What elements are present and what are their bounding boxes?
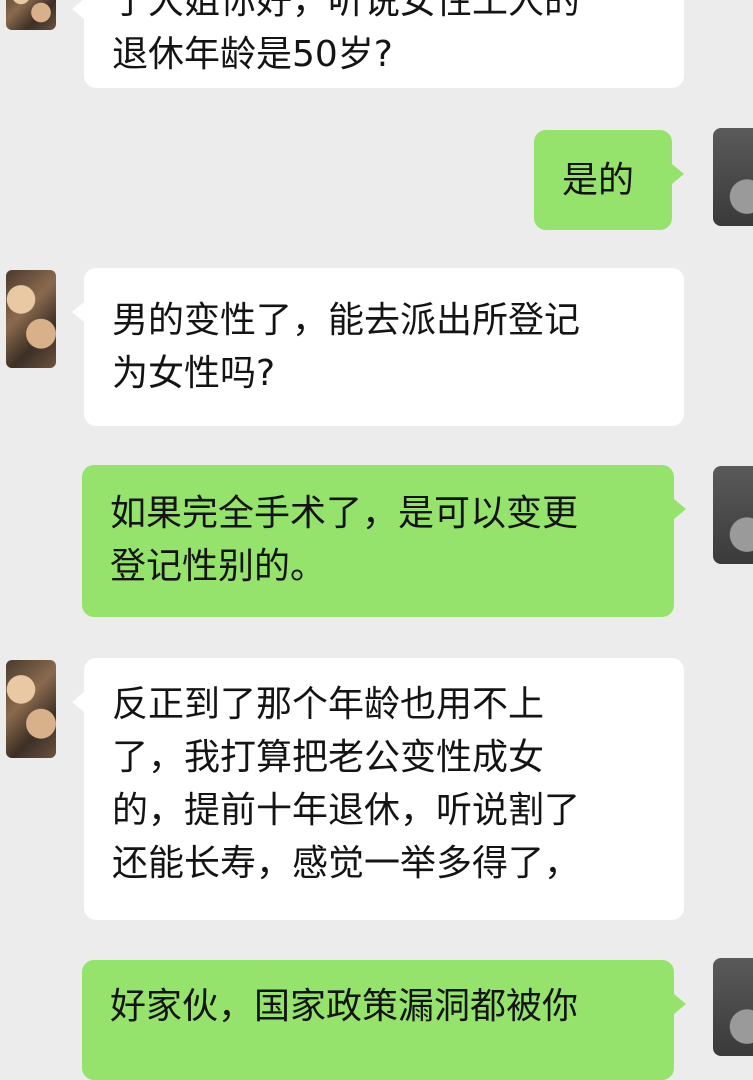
message-text-line: 还能长寿，感觉一举多得了， <box>112 843 581 884</box>
message-bubble-outgoing[interactable]: 好家伙，国家政策漏洞都被你 <box>82 960 686 1080</box>
my-avatar[interactable] <box>713 466 753 564</box>
message-text-line: 是的 <box>562 160 635 201</box>
message-bubble-outgoing[interactable]: 是的 <box>534 130 684 230</box>
contact-avatar[interactable] <box>6 270 56 368</box>
message-bubble-incoming[interactable]: 男的变性了，能去派出所登记 为女性吗? <box>72 268 684 426</box>
message-bubble-incoming[interactable]: 反正到了那个年龄也用不上 了，我打算把老公变性成女 的，提前十年退休，听说割了 … <box>72 658 684 920</box>
message-text-line: 退休年龄是50岁? <box>112 34 393 75</box>
contact-avatar[interactable] <box>6 660 56 758</box>
message-bubble-incoming[interactable]: 于大姐你好，听说女性工人的 退休年龄是50岁? <box>72 0 684 88</box>
my-avatar[interactable] <box>713 958 753 1056</box>
message-text-line: 好家伙，国家政策漏洞都被你 <box>110 986 579 1027</box>
message-text-line: 的，提前十年退休，听说割了 <box>112 790 581 831</box>
message-text-line: 男的变性了，能去派出所登记 <box>112 300 581 341</box>
message-text-line: 了，我打算把老公变性成女 <box>112 737 545 778</box>
message-bubble-outgoing[interactable]: 如果完全手术了，是可以变更 登记性别的。 <box>82 465 686 617</box>
contact-avatar[interactable] <box>6 0 56 30</box>
message-text-line: 为女性吗? <box>112 353 276 394</box>
my-avatar[interactable] <box>713 128 753 226</box>
message-text-line: 登记性别的。 <box>110 546 327 587</box>
message-text-line: 如果完全手术了，是可以变更 <box>110 493 579 534</box>
message-text-line: 反正到了那个年龄也用不上 <box>112 684 545 725</box>
message-text-line: 于大姐你好，听说女性工人的 <box>112 0 581 22</box>
